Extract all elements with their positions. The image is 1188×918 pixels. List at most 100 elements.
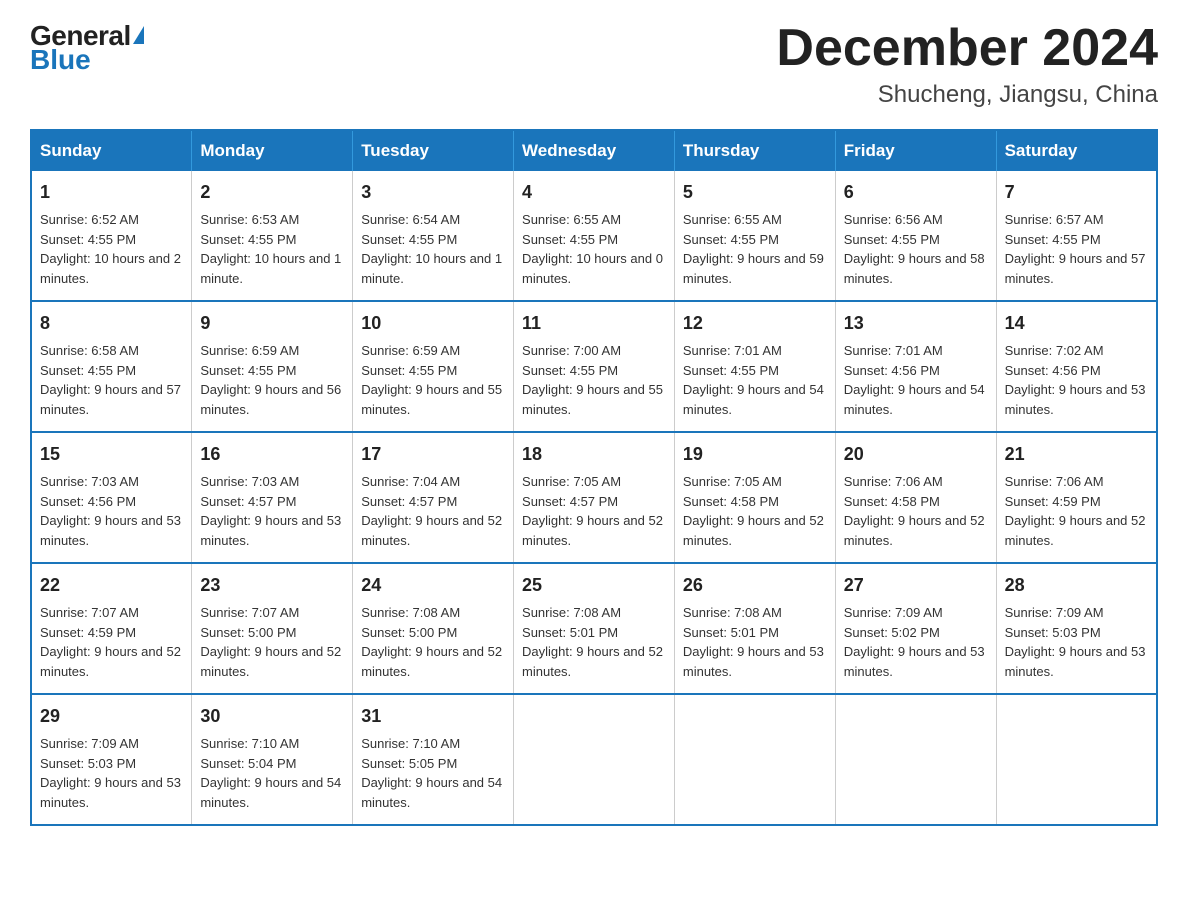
calendar-cell: 31 Sunrise: 7:10 AMSunset: 5:05 PMDayligh…: [353, 694, 514, 825]
calendar-cell: 14Sunrise: 7:02 AMSunset: 4:56 PMDayligh…: [996, 301, 1157, 432]
calendar-cell: 8 Sunrise: 6:58 AMSunset: 4:55 PMDaylight…: [31, 301, 192, 432]
day-info: Sunrise: 6:55 AMSunset: 4:55 PMDaylight:…: [683, 210, 827, 288]
calendar-week-row: 29 Sunrise: 7:09 AMSunset: 5:03 PMDayligh…: [31, 694, 1157, 825]
calendar-cell: 22 Sunrise: 7:07 AMSunset: 4:59 PMDayligh…: [31, 563, 192, 694]
day-info: Sunrise: 7:09 AMSunset: 5:02 PMDaylight:…: [844, 603, 988, 681]
day-info: Sunrise: 7:04 AMSunset: 4:57 PMDaylight:…: [361, 472, 505, 550]
calendar-week-row: 8 Sunrise: 6:58 AMSunset: 4:55 PMDaylight…: [31, 301, 1157, 432]
title-block: December 2024 Shucheng, Jiangsu, China: [776, 20, 1158, 109]
calendar-cell: 9 Sunrise: 6:59 AMSunset: 4:55 PMDaylight…: [192, 301, 353, 432]
calendar-cell: 11Sunrise: 7:00 AMSunset: 4:55 PMDayligh…: [514, 301, 675, 432]
calendar-cell: 3 Sunrise: 6:54 AMSunset: 4:55 PMDaylight…: [353, 171, 514, 301]
day-number: 9: [200, 310, 344, 337]
day-info: Sunrise: 6:56 AMSunset: 4:55 PMDaylight:…: [844, 210, 988, 288]
calendar-cell: 2 Sunrise: 6:53 AMSunset: 4:55 PMDaylight…: [192, 171, 353, 301]
calendar-cell: 1 Sunrise: 6:52 AMSunset: 4:55 PMDaylight…: [31, 171, 192, 301]
day-number: 1: [40, 179, 183, 206]
day-info: Sunrise: 7:03 AMSunset: 4:56 PMDaylight:…: [40, 472, 183, 550]
calendar-week-row: 22 Sunrise: 7:07 AMSunset: 4:59 PMDayligh…: [31, 563, 1157, 694]
day-number: 6: [844, 179, 988, 206]
day-info: Sunrise: 6:55 AMSunset: 4:55 PMDaylight:…: [522, 210, 666, 288]
calendar-cell: 26 Sunrise: 7:08 AMSunset: 5:01 PMDayligh…: [674, 563, 835, 694]
day-info: Sunrise: 6:57 AMSunset: 4:55 PMDaylight:…: [1005, 210, 1148, 288]
day-number: 15: [40, 441, 183, 468]
calendar-cell: 24 Sunrise: 7:08 AMSunset: 5:00 PMDayligh…: [353, 563, 514, 694]
location-text: Shucheng, Jiangsu, China: [776, 81, 1158, 109]
day-info: Sunrise: 6:59 AMSunset: 4:55 PMDaylight:…: [361, 341, 505, 419]
day-number: 3: [361, 179, 505, 206]
day-number: 24: [361, 572, 505, 599]
day-number: 14: [1005, 310, 1148, 337]
calendar-cell: 25Sunrise: 7:08 AMSunset: 5:01 PMDayligh…: [514, 563, 675, 694]
calendar-table: SundayMondayTuesdayWednesdayThursdayFrid…: [30, 129, 1158, 826]
logo-blue-text: Blue: [30, 44, 91, 76]
weekday-header-thursday: Thursday: [674, 130, 835, 171]
calendar-cell: 10 Sunrise: 6:59 AMSunset: 4:55 PMDayligh…: [353, 301, 514, 432]
day-number: 22: [40, 572, 183, 599]
day-number: 8: [40, 310, 183, 337]
day-number: 7: [1005, 179, 1148, 206]
day-info: Sunrise: 6:59 AMSunset: 4:55 PMDaylight:…: [200, 341, 344, 419]
day-info: Sunrise: 7:03 AMSunset: 4:57 PMDaylight:…: [200, 472, 344, 550]
calendar-cell: 12Sunrise: 7:01 AMSunset: 4:55 PMDayligh…: [674, 301, 835, 432]
day-info: Sunrise: 7:01 AMSunset: 4:56 PMDaylight:…: [844, 341, 988, 419]
day-number: 5: [683, 179, 827, 206]
day-number: 21: [1005, 441, 1148, 468]
day-number: 25: [522, 572, 666, 599]
day-info: Sunrise: 7:05 AMSunset: 4:58 PMDaylight:…: [683, 472, 827, 550]
weekday-header-friday: Friday: [835, 130, 996, 171]
day-info: Sunrise: 7:00 AMSunset: 4:55 PMDaylight:…: [522, 341, 666, 419]
day-number: 20: [844, 441, 988, 468]
weekday-header-monday: Monday: [192, 130, 353, 171]
day-info: Sunrise: 7:08 AMSunset: 5:01 PMDaylight:…: [683, 603, 827, 681]
day-info: Sunrise: 7:09 AMSunset: 5:03 PMDaylight:…: [1005, 603, 1148, 681]
weekday-header-saturday: Saturday: [996, 130, 1157, 171]
day-number: 23: [200, 572, 344, 599]
calendar-cell: 29 Sunrise: 7:09 AMSunset: 5:03 PMDayligh…: [31, 694, 192, 825]
calendar-cell: [835, 694, 996, 825]
day-number: 10: [361, 310, 505, 337]
day-info: Sunrise: 7:10 AMSunset: 5:05 PMDaylight:…: [361, 734, 505, 812]
day-number: 18: [522, 441, 666, 468]
calendar-cell: 28Sunrise: 7:09 AMSunset: 5:03 PMDayligh…: [996, 563, 1157, 694]
day-number: 31: [361, 703, 505, 730]
day-info: Sunrise: 7:07 AMSunset: 5:00 PMDaylight:…: [200, 603, 344, 681]
calendar-cell: 15 Sunrise: 7:03 AMSunset: 4:56 PMDayligh…: [31, 432, 192, 563]
day-number: 2: [200, 179, 344, 206]
calendar-cell: 16Sunrise: 7:03 AMSunset: 4:57 PMDayligh…: [192, 432, 353, 563]
day-info: Sunrise: 6:53 AMSunset: 4:55 PMDaylight:…: [200, 210, 344, 288]
day-number: 12: [683, 310, 827, 337]
calendar-cell: 21 Sunrise: 7:06 AMSunset: 4:59 PMDayligh…: [996, 432, 1157, 563]
calendar-cell: 4 Sunrise: 6:55 AMSunset: 4:55 PMDaylight…: [514, 171, 675, 301]
weekday-header-sunday: Sunday: [31, 130, 192, 171]
day-info: Sunrise: 6:54 AMSunset: 4:55 PMDaylight:…: [361, 210, 505, 288]
calendar-cell: 6 Sunrise: 6:56 AMSunset: 4:55 PMDaylight…: [835, 171, 996, 301]
day-info: Sunrise: 7:07 AMSunset: 4:59 PMDaylight:…: [40, 603, 183, 681]
day-info: Sunrise: 6:58 AMSunset: 4:55 PMDaylight:…: [40, 341, 183, 419]
day-number: 4: [522, 179, 666, 206]
day-number: 27: [844, 572, 988, 599]
weekday-header-wednesday: Wednesday: [514, 130, 675, 171]
calendar-cell: 20 Sunrise: 7:06 AMSunset: 4:58 PMDayligh…: [835, 432, 996, 563]
calendar-cell: 23 Sunrise: 7:07 AMSunset: 5:00 PMDayligh…: [192, 563, 353, 694]
calendar-cell: [674, 694, 835, 825]
calendar-cell: 30Sunrise: 7:10 AMSunset: 5:04 PMDayligh…: [192, 694, 353, 825]
logo-triangle-icon: [133, 26, 144, 44]
calendar-cell: [514, 694, 675, 825]
calendar-cell: 19 Sunrise: 7:05 AMSunset: 4:58 PMDayligh…: [674, 432, 835, 563]
day-info: Sunrise: 7:06 AMSunset: 4:59 PMDaylight:…: [1005, 472, 1148, 550]
day-info: Sunrise: 7:10 AMSunset: 5:04 PMDaylight:…: [200, 734, 344, 812]
day-number: 26: [683, 572, 827, 599]
day-info: Sunrise: 7:08 AMSunset: 5:00 PMDaylight:…: [361, 603, 505, 681]
day-number: 29: [40, 703, 183, 730]
day-info: Sunrise: 7:09 AMSunset: 5:03 PMDaylight:…: [40, 734, 183, 812]
day-info: Sunrise: 6:52 AMSunset: 4:55 PMDaylight:…: [40, 210, 183, 288]
day-number: 17: [361, 441, 505, 468]
calendar-cell: [996, 694, 1157, 825]
day-number: 13: [844, 310, 988, 337]
weekday-header-row: SundayMondayTuesdayWednesdayThursdayFrid…: [31, 130, 1157, 171]
day-number: 19: [683, 441, 827, 468]
calendar-cell: 5 Sunrise: 6:55 AMSunset: 4:55 PMDaylight…: [674, 171, 835, 301]
calendar-week-row: 15 Sunrise: 7:03 AMSunset: 4:56 PMDayligh…: [31, 432, 1157, 563]
day-info: Sunrise: 7:06 AMSunset: 4:58 PMDaylight:…: [844, 472, 988, 550]
